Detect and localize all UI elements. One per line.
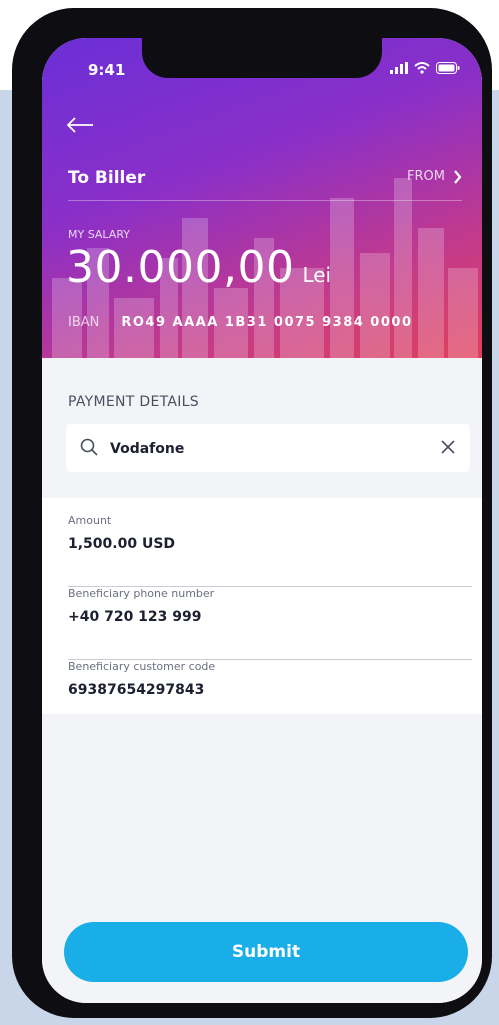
payment-form: Amount 1,500.00 USD Beneficiary phone nu… xyxy=(68,514,472,733)
amount-value[interactable]: 1,500.00 USD xyxy=(68,536,175,552)
submit-button[interactable]: Submit xyxy=(64,922,468,982)
app-screen: 9:41 To Biller FROM MY SALARY 30.000,00 … xyxy=(42,38,482,1003)
account-balance: 30.000,00 Lei xyxy=(66,242,331,293)
biller-search-input[interactable] xyxy=(108,434,432,464)
clear-icon[interactable] xyxy=(440,439,456,455)
battery-icon xyxy=(436,62,460,74)
iban-row: IBAN RO49 AAAA 1B31 0075 9384 0000 xyxy=(68,315,413,330)
payment-details-title: PAYMENT DETAILS xyxy=(68,394,199,410)
phone-frame: 9:41 To Biller FROM MY SALARY 30.000,00 … xyxy=(12,8,492,1018)
payment-details-section: PAYMENT DETAILS xyxy=(42,358,482,498)
search-icon xyxy=(80,438,98,456)
biller-row: To Biller FROM xyxy=(68,166,462,201)
status-icons xyxy=(390,62,460,74)
iban-label: IBAN xyxy=(68,315,100,330)
back-arrow-icon[interactable] xyxy=(66,116,94,134)
balance-currency: Lei xyxy=(302,263,332,287)
account-header: 9:41 To Biller FROM MY SALARY 30.000,00 … xyxy=(42,38,482,358)
page-title: To Biller xyxy=(68,168,146,188)
phone-number-label: Beneficiary phone number xyxy=(68,587,215,600)
chevron-right-icon xyxy=(454,169,462,184)
iban-value: RO49 AAAA 1B31 0075 9384 0000 xyxy=(121,315,413,330)
from-label: FROM xyxy=(407,169,445,184)
biller-search xyxy=(66,424,470,472)
balance-amount: 30.000,00 xyxy=(66,242,295,293)
wifi-icon xyxy=(414,62,430,74)
amount-field[interactable]: Amount 1,500.00 USD xyxy=(68,514,472,587)
status-time: 9:41 xyxy=(88,61,126,79)
account-label: MY SALARY xyxy=(68,228,130,241)
phone-notch xyxy=(142,38,382,78)
phone-number-field[interactable]: Beneficiary phone number +40 720 123 999 xyxy=(68,587,472,660)
customer-code-value[interactable]: 69387654297843 xyxy=(68,682,204,698)
amount-label: Amount xyxy=(68,514,112,527)
from-selector[interactable]: FROM xyxy=(407,169,462,184)
phone-number-value[interactable]: +40 720 123 999 xyxy=(68,609,202,625)
signal-icon xyxy=(390,62,408,74)
customer-code-label: Beneficiary customer code xyxy=(68,660,216,673)
